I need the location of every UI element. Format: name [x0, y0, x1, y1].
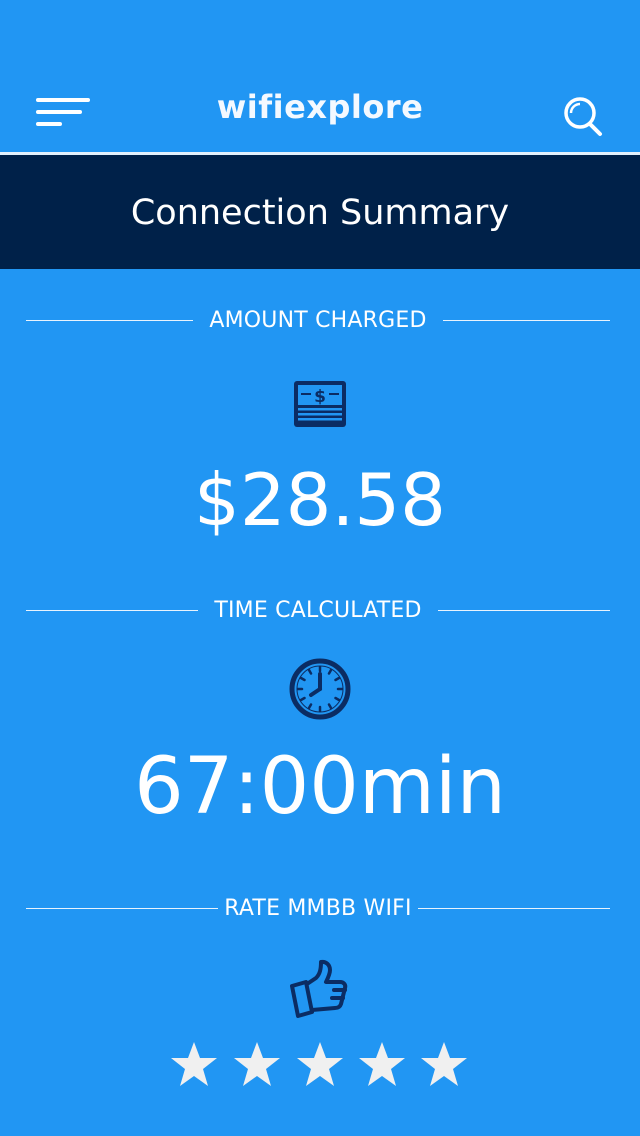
divider-line: [26, 907, 219, 909]
divider-line: [26, 319, 194, 321]
search-button[interactable]: [560, 94, 604, 138]
star-icon-4[interactable]: [357, 1040, 407, 1090]
divider-line: [26, 609, 199, 611]
divider-line: [417, 907, 610, 909]
star-icon-5[interactable]: [419, 1040, 469, 1090]
rate-section-label: RATE MMBB WIFI: [224, 895, 412, 921]
amount-charged-value: $28.58: [194, 458, 446, 542]
divider-line: [442, 319, 610, 321]
time-calculated-value: 67:00min: [134, 742, 506, 832]
rate-section-header: RATE MMBB WIFI: [26, 893, 610, 923]
clock-icon: [289, 658, 351, 720]
page-title: Connection Summary: [130, 193, 510, 233]
divider-line: [437, 609, 611, 611]
search-icon: [564, 97, 602, 136]
thumbs-up-icon[interactable]: [288, 958, 350, 1020]
amount-section-label: AMOUNT CHARGED: [209, 307, 427, 333]
amount-section-header: AMOUNT CHARGED: [26, 305, 610, 335]
svg-text:$: $: [314, 387, 326, 407]
time-section-header: TIME CALCULATED: [26, 595, 611, 625]
star-icon-3[interactable]: [295, 1040, 345, 1090]
app-header: wifiexplore: [0, 0, 640, 152]
summary-banner: Connection Summary: [0, 155, 640, 269]
bill-icon: $: [294, 381, 346, 427]
star-icon-1[interactable]: [169, 1040, 219, 1090]
star-icon-2[interactable]: [232, 1040, 282, 1090]
time-section-label: TIME CALCULATED: [214, 597, 422, 623]
app-title: wifiexplore: [216, 88, 424, 126]
